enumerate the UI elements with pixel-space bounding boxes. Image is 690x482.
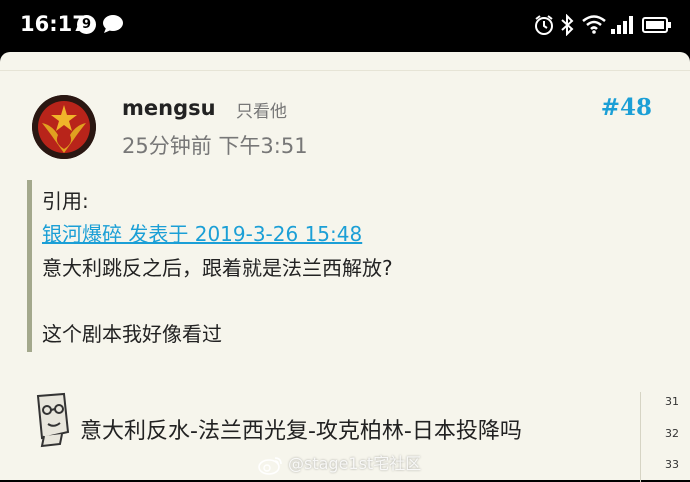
status-bar: 16:17 9 <box>0 0 690 52</box>
quote-block: 引用: 银河爆碎 发表于 2019-3-26 15:48 意大利跳反之后，跟着就… <box>27 180 552 352</box>
watermark-text: @stage1st宅社区 <box>288 454 422 473</box>
battery-icon <box>642 17 671 33</box>
avatar[interactable] <box>32 95 96 159</box>
line-number: 33 <box>665 458 679 471</box>
page-top-edge <box>0 52 690 71</box>
line-number: 31 <box>665 395 679 408</box>
wifi-icon <box>582 15 606 34</box>
quote-text: 这个剧本我好像看过 <box>42 322 222 346</box>
signal-icon <box>611 16 633 34</box>
post-body-text: 意大利反水-法兰西光复-攻克柏林-日本投降吗 <box>80 419 522 444</box>
thread-page: mengsu 只看他 #48 25分钟前 下午3:51 引用: 银河爆碎 发表于… <box>0 52 690 482</box>
weibo-logo-icon <box>258 456 282 475</box>
only-view-author-link[interactable]: 只看他 <box>236 97 287 122</box>
post-number: #48 <box>600 94 652 121</box>
line-number-gutter: 31 32 33 <box>640 392 690 482</box>
alarm-icon <box>535 15 553 35</box>
notification-count-badge: 9 <box>77 15 96 34</box>
watermark: @stage1st宅社区 <box>258 450 421 475</box>
quote-title: 引用: <box>42 189 89 213</box>
post-time: 25分钟前 下午3:51 <box>122 134 308 158</box>
line-number: 32 <box>665 427 679 440</box>
phoenix-emblem-icon <box>32 95 96 159</box>
username[interactable]: mengsu <box>122 96 216 120</box>
bluetooth-icon <box>561 14 574 36</box>
chat-bubble-icon <box>103 15 123 33</box>
smiley-emoticon-icon <box>36 392 70 448</box>
quote-author-link[interactable]: 银河爆碎 发表于 2019-3-26 15:48 <box>42 218 362 247</box>
quote-text: 意大利跳反之后，跟着就是法兰西解放? <box>42 256 393 280</box>
